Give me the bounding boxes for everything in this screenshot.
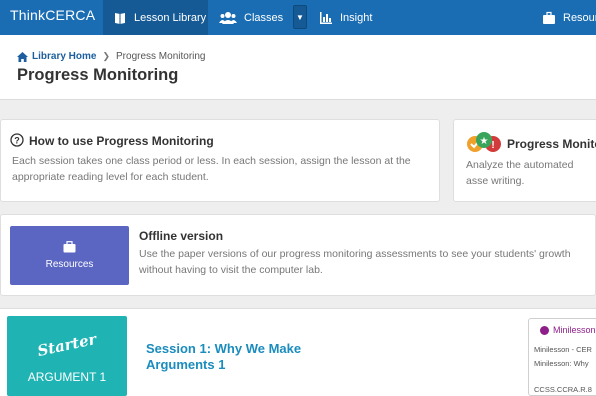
svg-text:★: ★ — [480, 136, 489, 147]
svg-text:!: ! — [491, 140, 494, 151]
caret-down-icon: ▼ — [296, 12, 304, 22]
promo-body: Analyze the automated asse writing. — [466, 159, 574, 187]
resources-button-label: Resources — [45, 259, 94, 270]
offline-title: Offline version — [139, 229, 224, 243]
nav-lesson-library[interactable]: Lesson Library — [103, 0, 208, 35]
nav-lesson-library-label: Lesson Library — [134, 11, 207, 24]
page-title: Progress Monitoring — [17, 66, 179, 84]
classes-dropdown-button[interactable]: ▼ — [293, 5, 307, 29]
brand-logo[interactable]: ThinkCERCA — [10, 7, 95, 23]
briefcase-icon — [543, 11, 555, 24]
nav-resources-label: Resour — [563, 11, 596, 24]
session-tile-label: ARGUMENT 1 — [27, 370, 107, 384]
book-icon — [115, 12, 125, 24]
briefcase-icon — [63, 241, 76, 253]
svg-text:?: ? — [14, 136, 20, 146]
nav-classes[interactable]: Classes — [219, 0, 283, 35]
minilesson-header: Minilesson — [553, 325, 596, 335]
nav-insight[interactable]: Insight — [319, 0, 372, 35]
offline-body: Use the paper versions of our progress m… — [139, 248, 571, 276]
breadcrumb-current: Progress Monitoring — [116, 51, 206, 62]
resources-button[interactable]: Resources — [10, 226, 129, 285]
session-title-line1: Session 1: Why We Make — [146, 341, 302, 356]
chevron-right-icon: ❯ — [102, 51, 111, 61]
users-icon — [219, 11, 237, 24]
howto-title: How to use Progress Monitoring — [29, 134, 214, 148]
nav-resources[interactable]: Resour — [542, 0, 596, 35]
question-circle-icon: ? — [10, 133, 24, 147]
session-title-line2: Arguments 1 — [146, 357, 226, 372]
minilesson-item-2[interactable]: Minilesson: Why — [534, 359, 589, 368]
promo-title: Progress Monito — [507, 137, 596, 151]
nav-insight-label: Insight — [340, 11, 373, 24]
minilesson-standard: CCSS.CCRA.R.8 — [534, 385, 592, 394]
badges-icon: ! ★ — [467, 132, 501, 152]
nav-classes-label: Classes — [244, 11, 284, 24]
howto-body: Each session takes one class period or l… — [12, 155, 411, 183]
minilesson-item-1[interactable]: Minilesson - CER — [534, 345, 592, 354]
breadcrumb-home-link[interactable]: Library Home — [32, 51, 96, 62]
minilesson-dot-icon — [540, 326, 549, 335]
breadcrumb: Library Home ❯ Progress Monitoring — [17, 51, 206, 62]
home-icon — [17, 51, 28, 62]
bar-chart-icon — [320, 11, 332, 24]
session-title-link[interactable]: Session 1: Why We Make Arguments 1 — [146, 341, 301, 373]
top-nav: ThinkCERCA Lesson Library Classes ▼ Insi… — [0, 0, 596, 35]
session-tile[interactable] — [7, 316, 127, 396]
